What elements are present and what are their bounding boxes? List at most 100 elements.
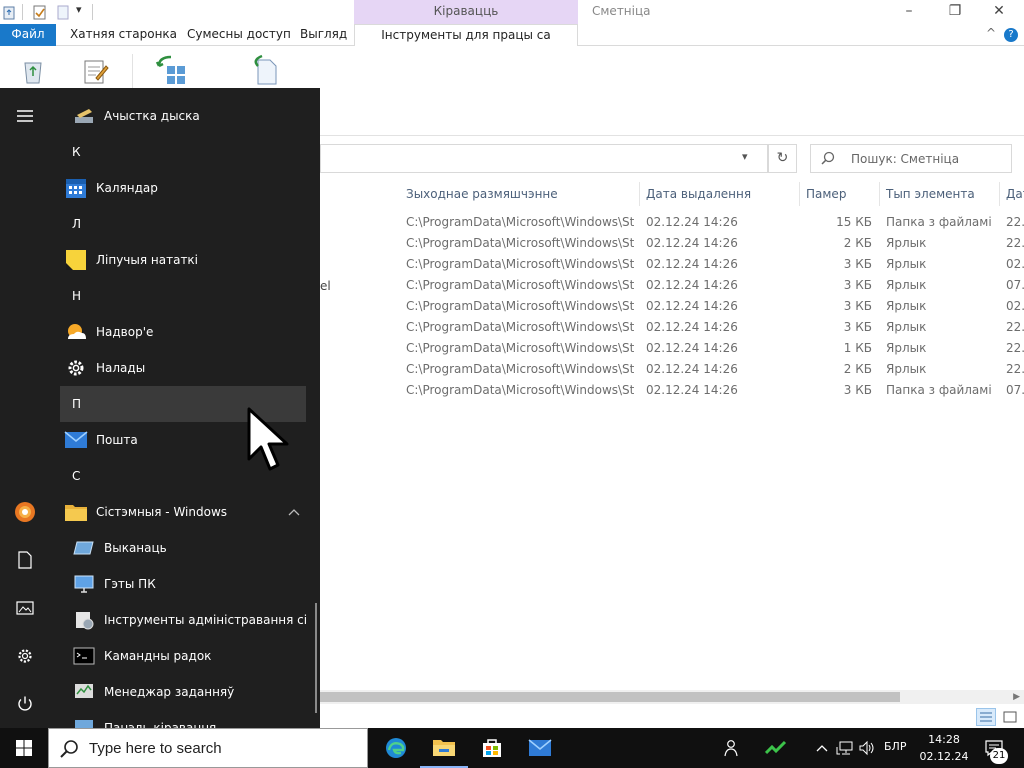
start-menu-app[interactable]: Налады xyxy=(60,350,306,386)
weather-icon xyxy=(64,320,88,344)
large-icons-view-button[interactable] xyxy=(1000,708,1020,726)
tab-share[interactable]: Сумесны доступ xyxy=(187,24,291,46)
speaker-icon xyxy=(859,740,874,756)
show-hidden-icons-button[interactable] xyxy=(812,728,832,768)
user-account-button[interactable] xyxy=(0,492,50,532)
table-row[interactable]: C:\ProgramData\Microsoft\Windows\Sta... 0… xyxy=(320,317,1024,338)
horizontal-scrollbar[interactable]: ▶ xyxy=(320,690,1024,704)
run-icon xyxy=(72,536,96,560)
input-language-indicator[interactable]: БЛР xyxy=(884,740,906,753)
table-row[interactable]: C:\ProgramData\Microsoft\Windows\Sta... 0… xyxy=(320,275,1024,296)
volume-button[interactable] xyxy=(856,728,878,768)
taskbar-store-button[interactable] xyxy=(468,728,516,768)
properties-small-icon[interactable] xyxy=(33,4,47,20)
horizontal-scroll-thumb[interactable] xyxy=(320,692,900,702)
chevron-up-icon[interactable] xyxy=(288,505,300,519)
tray-app-button[interactable] xyxy=(762,728,790,768)
address-bar[interactable] xyxy=(320,144,768,173)
column-date-deleted[interactable]: Дата выдалення xyxy=(640,182,800,206)
tray-arrow-app-icon xyxy=(765,740,787,755)
start-button[interactable] xyxy=(0,728,48,768)
app-label: Налады xyxy=(96,361,146,375)
taskbar-edge-button[interactable] xyxy=(372,728,420,768)
taskbar-search-box[interactable]: Type here to search xyxy=(48,728,368,768)
start-menu-app[interactable]: Камандны радок xyxy=(60,638,306,674)
settings-button[interactable] xyxy=(0,636,50,676)
column-original-location[interactable]: Зыходнае размяшчэнне xyxy=(400,182,640,206)
restore-selected-items-icon[interactable] xyxy=(250,54,280,86)
admin-tools-icon xyxy=(72,608,96,632)
documents-button[interactable] xyxy=(0,540,50,580)
pictures-button[interactable] xyxy=(0,588,50,628)
empty-recycle-bin-icon[interactable] xyxy=(18,56,48,86)
column-size[interactable]: Памер xyxy=(800,182,880,206)
letter-header[interactable]: К xyxy=(60,134,306,170)
start-menu-app[interactable]: Надвор'е xyxy=(60,314,306,350)
table-row[interactable]: C:\ProgramData\Microsoft\Windows\Sta... 0… xyxy=(320,359,1024,380)
clock[interactable]: 14:28 02.12.24 xyxy=(918,731,970,765)
start-menu-app[interactable]: Гэты ПК xyxy=(60,566,306,602)
table-row[interactable]: C:\ProgramData\Microsoft\Windows\Sta... 0… xyxy=(320,212,1024,233)
start-menu-app[interactable]: Менеджар заданняў xyxy=(60,674,306,710)
ribbon-collapse-icon[interactable]: ^ xyxy=(986,26,996,40)
help-icon[interactable]: ? xyxy=(1004,28,1018,42)
start-menu-app[interactable]: Каляндар xyxy=(60,170,306,206)
title-bar: ▾ Кіравацць Сметніца – ❐ ✕ xyxy=(0,0,1024,24)
start-menu-app[interactable]: Ачыстка дыска xyxy=(60,98,306,134)
taskbar-file-explorer-button[interactable] xyxy=(420,728,468,768)
recycle-bin-properties-icon[interactable] xyxy=(80,56,110,86)
row-item-type: Ярлык xyxy=(886,299,927,313)
start-menu-app[interactable]: Ліпучыя нататкі xyxy=(60,242,306,278)
row-date-deleted: 02.12.24 14:26 xyxy=(646,257,738,271)
app-list-scrollbar[interactable] xyxy=(315,603,317,713)
row-date-modified: 07.1 xyxy=(1006,383,1024,397)
letter-header[interactable]: Н xyxy=(60,278,306,314)
tab-recycle-bin-tools[interactable]: Інструменты для працы са сметніцай xyxy=(354,24,578,63)
app-label: Панэль кіравання xyxy=(104,721,217,728)
search-input[interactable]: Пошук: Сметніца xyxy=(810,144,1012,173)
expand-menu-button[interactable] xyxy=(0,96,50,136)
start-menu-app[interactable]: Інструменты адміністравання сістэ... xyxy=(60,602,306,638)
table-row[interactable]: C:\ProgramData\Microsoft\Windows\Sta... 0… xyxy=(320,338,1024,359)
restore-all-items-icon[interactable] xyxy=(155,54,187,86)
start-menu-app[interactable]: Сістэмныя - Windows xyxy=(60,494,306,530)
minimize-button[interactable]: – xyxy=(886,0,932,24)
taskbar-mail-button[interactable] xyxy=(516,728,564,768)
people-button[interactable] xyxy=(716,728,744,768)
column-date-modified[interactable]: Дат xyxy=(1000,182,1024,206)
tab-view[interactable]: Выгляд xyxy=(300,24,347,46)
search-icon xyxy=(821,151,835,165)
app-label: Каляндар xyxy=(96,181,158,195)
row-date-deleted: 02.12.24 14:26 xyxy=(646,383,738,397)
edge-browser-icon xyxy=(386,738,406,758)
address-history-chevron-icon[interactable]: ▾ xyxy=(742,150,748,163)
letter-header[interactable]: Л xyxy=(60,206,306,242)
pictures-icon xyxy=(16,601,34,615)
start-menu-app[interactable]: Выканаць xyxy=(60,530,306,566)
task-manager-icon xyxy=(72,680,96,704)
row-original-location: C:\ProgramData\Microsoft\Windows\Sta... xyxy=(406,341,634,355)
row-date-modified: 22.1 xyxy=(1006,362,1024,376)
row-original-location: C:\ProgramData\Microsoft\Windows\Sta... xyxy=(406,215,634,229)
tab-home[interactable]: Хатняя старонка xyxy=(70,24,177,46)
refresh-button[interactable]: ↻ xyxy=(768,144,797,173)
power-button[interactable] xyxy=(0,684,50,724)
new-folder-small-icon[interactable] xyxy=(56,4,70,20)
network-button[interactable] xyxy=(834,728,856,768)
tab-file[interactable]: Файл xyxy=(0,24,56,46)
details-view-button[interactable] xyxy=(976,708,996,726)
table-row[interactable]: C:\ProgramData\Microsoft\Windows\Sta... 0… xyxy=(320,233,1024,254)
table-row[interactable]: C:\ProgramData\Microsoft\Windows\Sta... 0… xyxy=(320,296,1024,317)
recycle-bin-small-icon[interactable] xyxy=(2,4,16,20)
row-item-type: Папка з файламі xyxy=(886,383,992,397)
scroll-right-arrow-icon[interactable]: ▶ xyxy=(1013,690,1020,704)
maximize-button[interactable]: ❐ xyxy=(932,0,978,24)
column-item-type[interactable]: Тып элемента xyxy=(880,182,1000,206)
table-row[interactable]: C:\ProgramData\Microsoft\Windows\Sta... 0… xyxy=(320,380,1024,401)
app-label: Ачыстка дыска xyxy=(104,109,200,123)
start-menu-app[interactable]: Панэль кіравання xyxy=(60,710,306,728)
qa-customize-chevron-icon[interactable]: ▾ xyxy=(76,3,82,16)
close-button[interactable]: ✕ xyxy=(976,0,1022,24)
row-item-type: Ярлык xyxy=(886,341,927,355)
table-row[interactable]: C:\ProgramData\Microsoft\Windows\Sta... 0… xyxy=(320,254,1024,275)
